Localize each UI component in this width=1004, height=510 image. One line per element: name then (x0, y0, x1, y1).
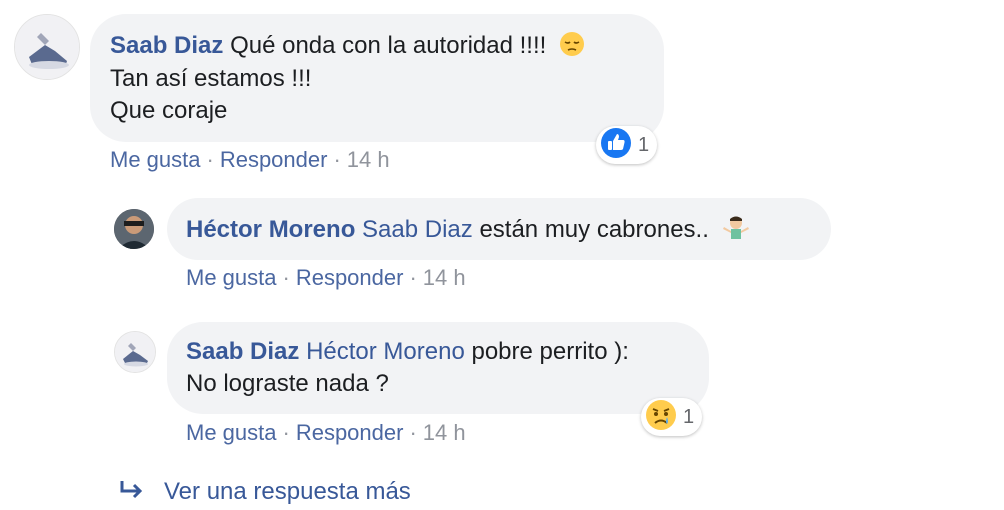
separator-dot: · (333, 147, 341, 172)
separator-dot: · (282, 420, 290, 445)
pensive-face-icon (559, 31, 585, 66)
reply-arrow-icon (118, 478, 146, 510)
timestamp[interactable]: 14 h (423, 265, 466, 290)
separator-dot: · (409, 265, 417, 290)
avatar-shoe-image (115, 332, 155, 372)
comment-text: Qué onda con la autoridad !!!! (230, 32, 547, 59)
reply-button[interactable]: Responder (296, 420, 404, 445)
like-button[interactable]: Me gusta (110, 147, 201, 172)
comment-text: están muy cabrones.. (479, 216, 709, 243)
separator-dot: · (282, 265, 290, 290)
comment-text: pobre perrito ): (471, 338, 629, 365)
comment-actions: Me gusta · Responder · 14 h (186, 263, 466, 293)
reaction-summary[interactable]: 1 (641, 398, 703, 436)
reaction-count: 1 (683, 405, 695, 428)
man-shrugging-icon (722, 213, 750, 250)
timestamp[interactable]: 14 h (423, 420, 466, 445)
separator-dot: · (409, 420, 417, 445)
comment-actions: Me gusta · Responder · 14 h (186, 418, 466, 448)
comment-text-line-2: Tan así estamos !!! (110, 65, 312, 92)
comment-text-line-1: Saab Diaz Qué onda con la autoridad !!!! (110, 30, 585, 66)
comment-text-line-3: Que coraje (110, 97, 228, 124)
like-button[interactable]: Me gusta (186, 420, 277, 445)
avatar[interactable] (14, 14, 80, 80)
comment-actions: Me gusta · Responder · 14 h (110, 145, 390, 175)
reaction-count: 1 (638, 133, 650, 156)
comment-author[interactable]: Saab Diaz (110, 32, 223, 59)
reply-button[interactable]: Responder (296, 265, 404, 290)
avatar[interactable] (114, 331, 156, 373)
reaction-summary[interactable]: 1 (596, 126, 658, 164)
comment-author[interactable]: Saab Diaz (186, 338, 299, 365)
comment-text-line-2: No lograste nada ? (186, 370, 389, 397)
reply-button[interactable]: Responder (220, 147, 328, 172)
mention-link[interactable]: Héctor Moreno (306, 338, 465, 365)
avatar-person-image (114, 209, 154, 249)
like-button[interactable]: Me gusta (186, 265, 277, 290)
view-more-replies-label: Ver una respuesta más (164, 478, 411, 505)
timestamp[interactable]: 14 h (347, 147, 390, 172)
comment-text-line-1: Héctor Moreno Saab Diaz están muy cabron… (186, 213, 750, 250)
separator-dot: · (206, 147, 214, 172)
avatar-shoe-image (15, 15, 79, 79)
view-more-replies-link[interactable]: Ver una respuesta más (118, 476, 411, 510)
comment-author[interactable]: Héctor Moreno (186, 216, 355, 243)
comment-text-line-1: Saab Diaz Héctor Moreno pobre perrito ): (186, 336, 629, 368)
avatar[interactable] (114, 209, 154, 249)
like-icon (600, 127, 632, 164)
mention-link[interactable]: Saab Diaz (362, 216, 473, 243)
sad-face-icon (645, 399, 677, 436)
